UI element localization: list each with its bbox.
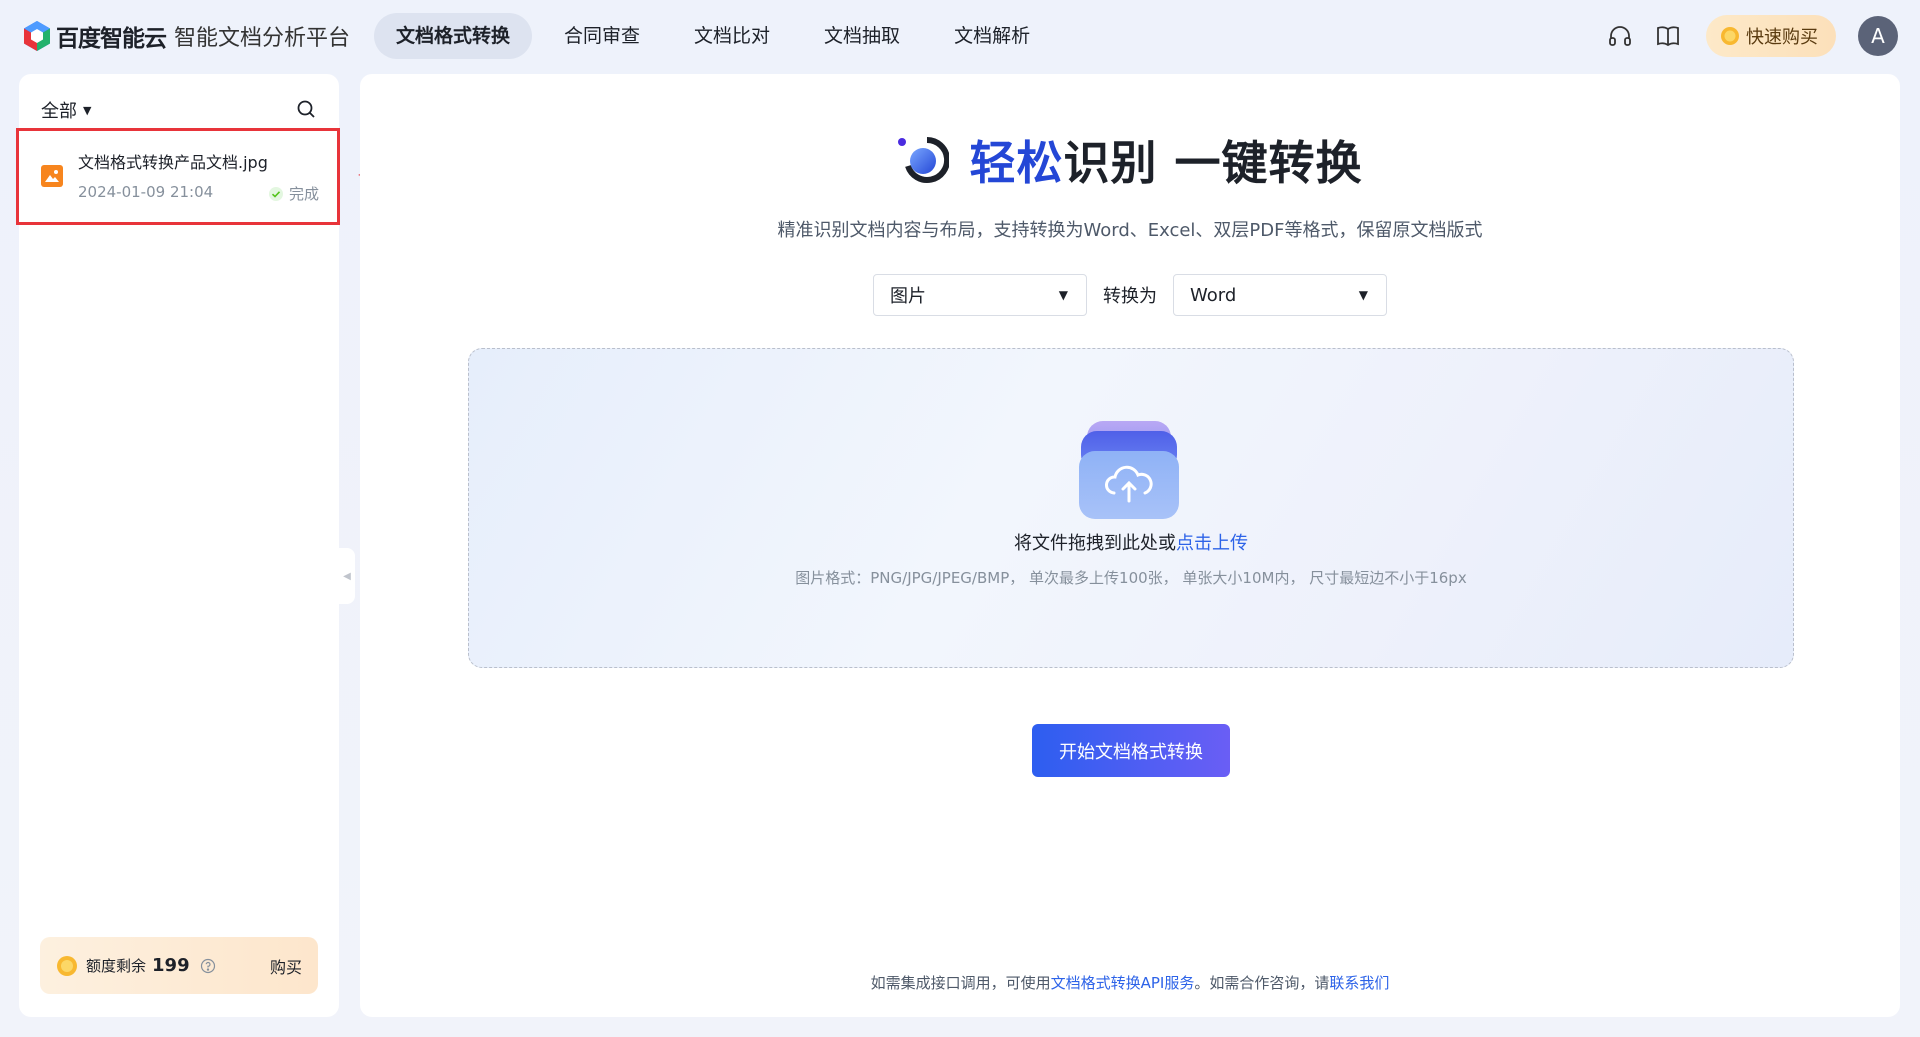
quota-panel: 额度剩余 199 购买 — [40, 937, 318, 994]
quick-buy-button[interactable]: 快速购买 — [1706, 15, 1836, 57]
sidebar-header: 全部 ▼ — [41, 98, 317, 122]
check-circle-icon — [268, 186, 283, 201]
nav-tab-contract-review[interactable]: 合同审查 — [542, 13, 662, 59]
page-subtitle: 精准识别文档内容与布局，支持转换为Word、Excel、双层PDF等格式，保留原… — [777, 220, 1483, 241]
quota-label: 额度剩余 — [86, 957, 147, 975]
caret-down-icon: ▼ — [1058, 288, 1068, 302]
caret-down-icon: ▼ — [1358, 288, 1368, 302]
source-format-select[interactable]: 图片 ▼ — [873, 274, 1087, 316]
upload-dropzone[interactable]: 将文件拖拽到此处或点击上传 图片格式：PNG/JPG/JPEG/BMP， 单次最… — [468, 348, 1794, 668]
image-file-icon — [41, 165, 63, 187]
help-circle-icon[interactable] — [200, 958, 216, 974]
format-selectors: 图片 ▼ 转换为 Word ▼ — [360, 274, 1900, 316]
coin-icon — [57, 955, 77, 976]
brand-logo-icon — [24, 21, 50, 51]
nav-tab-document-compare[interactable]: 文档比对 — [672, 13, 792, 59]
upload-instruction: 将文件拖拽到此处或点击上传 — [469, 529, 1793, 555]
brand-name: 百度智能云 — [56, 26, 167, 52]
coin-icon — [1721, 27, 1739, 45]
convert-to-label: 转换为 — [1103, 286, 1157, 307]
footer-text-2: 。如需合作咨询，请 — [1194, 974, 1330, 992]
quota-value: 199 — [152, 955, 190, 976]
nav-tab-format-conversion[interactable]: 文档格式转换 — [374, 13, 533, 59]
sidebar-collapse-handle[interactable]: ◀ — [339, 548, 355, 604]
footer-note: 如需集成接口调用，可使用文档格式转换API服务。如需合作咨询，请联系我们 — [360, 972, 1900, 993]
file-date: 2024-01-09 21:04 — [78, 183, 214, 201]
upload-instruction-text: 将文件拖拽到此处或 — [1014, 533, 1176, 554]
quick-buy-label: 快速购买 — [1746, 27, 1818, 48]
headset-icon[interactable] — [1606, 22, 1634, 50]
hero-heading: 轻松识别 一键转换 — [360, 130, 1900, 190]
source-format-value: 图片 — [890, 286, 926, 307]
nav-tab-document-extract[interactable]: 文档抽取 — [802, 13, 922, 59]
file-sidebar: 全部 ▼ 文档格式转换产品文档.jpg 2024-01-09 21:04 完成 — [16, 74, 340, 1017]
page-title-highlight: 轻松 — [969, 136, 1064, 190]
top-right-actions: 快速购买 A — [1606, 15, 1898, 57]
target-format-value: Word — [1190, 284, 1237, 306]
nav-tab-document-parse[interactable]: 文档解析 — [932, 13, 1052, 59]
file-status-label: 完成 — [288, 185, 319, 203]
contact-us-link[interactable]: 联系我们 — [1329, 974, 1389, 992]
book-icon[interactable] — [1654, 22, 1682, 50]
hero-logo-icon — [898, 136, 950, 183]
target-format-select[interactable]: Word ▼ — [1173, 274, 1387, 316]
file-name: 文档格式转换产品文档.jpg — [78, 153, 268, 172]
footer-text-1: 如需集成接口调用，可使用 — [870, 974, 1051, 992]
cloud-upload-icon — [1079, 421, 1179, 519]
click-upload-link[interactable]: 点击上传 — [1176, 533, 1248, 554]
caret-down-icon: ▼ — [83, 103, 92, 117]
file-status: 完成 — [268, 183, 319, 204]
top-bar: 百度智能云 智能文档分析平台 文档格式转换 合同审查 文档比对 文档抽取 文档解… — [0, 0, 1920, 72]
file-list-item[interactable]: 文档格式转换产品文档.jpg 2024-01-09 21:04 完成 — [16, 128, 340, 225]
user-avatar[interactable]: A — [1858, 16, 1898, 56]
page-title-rest: 识别 一键转换 — [1063, 136, 1363, 190]
upload-requirements: 图片格式：PNG/JPG/JPEG/BMP， 单次最多上传100张， 单张大小1… — [795, 569, 1467, 587]
file-filter-label: 全部 — [41, 101, 77, 122]
brand[interactable]: 百度智能云 智能文档分析平台 — [22, 18, 350, 54]
quota-buy-button[interactable]: 购买 — [270, 954, 302, 978]
page-title: 轻松识别 一键转换 — [969, 127, 1362, 193]
brand-subtitle: 智能文档分析平台 — [174, 26, 351, 51]
start-conversion-button[interactable]: 开始文档格式转换 — [1032, 724, 1230, 777]
search-icon[interactable] — [295, 98, 317, 120]
file-filter-dropdown[interactable]: 全部 ▼ — [41, 97, 91, 123]
api-service-link[interactable]: 文档格式转换API服务 — [1051, 974, 1195, 992]
conversion-panel: 轻松识别 一键转换 精准识别文档内容与布局，支持转换为Word、Excel、双层… — [360, 74, 1900, 1017]
main-nav: 文档格式转换 合同审查 文档比对 文档抽取 文档解析 — [374, 13, 1062, 59]
